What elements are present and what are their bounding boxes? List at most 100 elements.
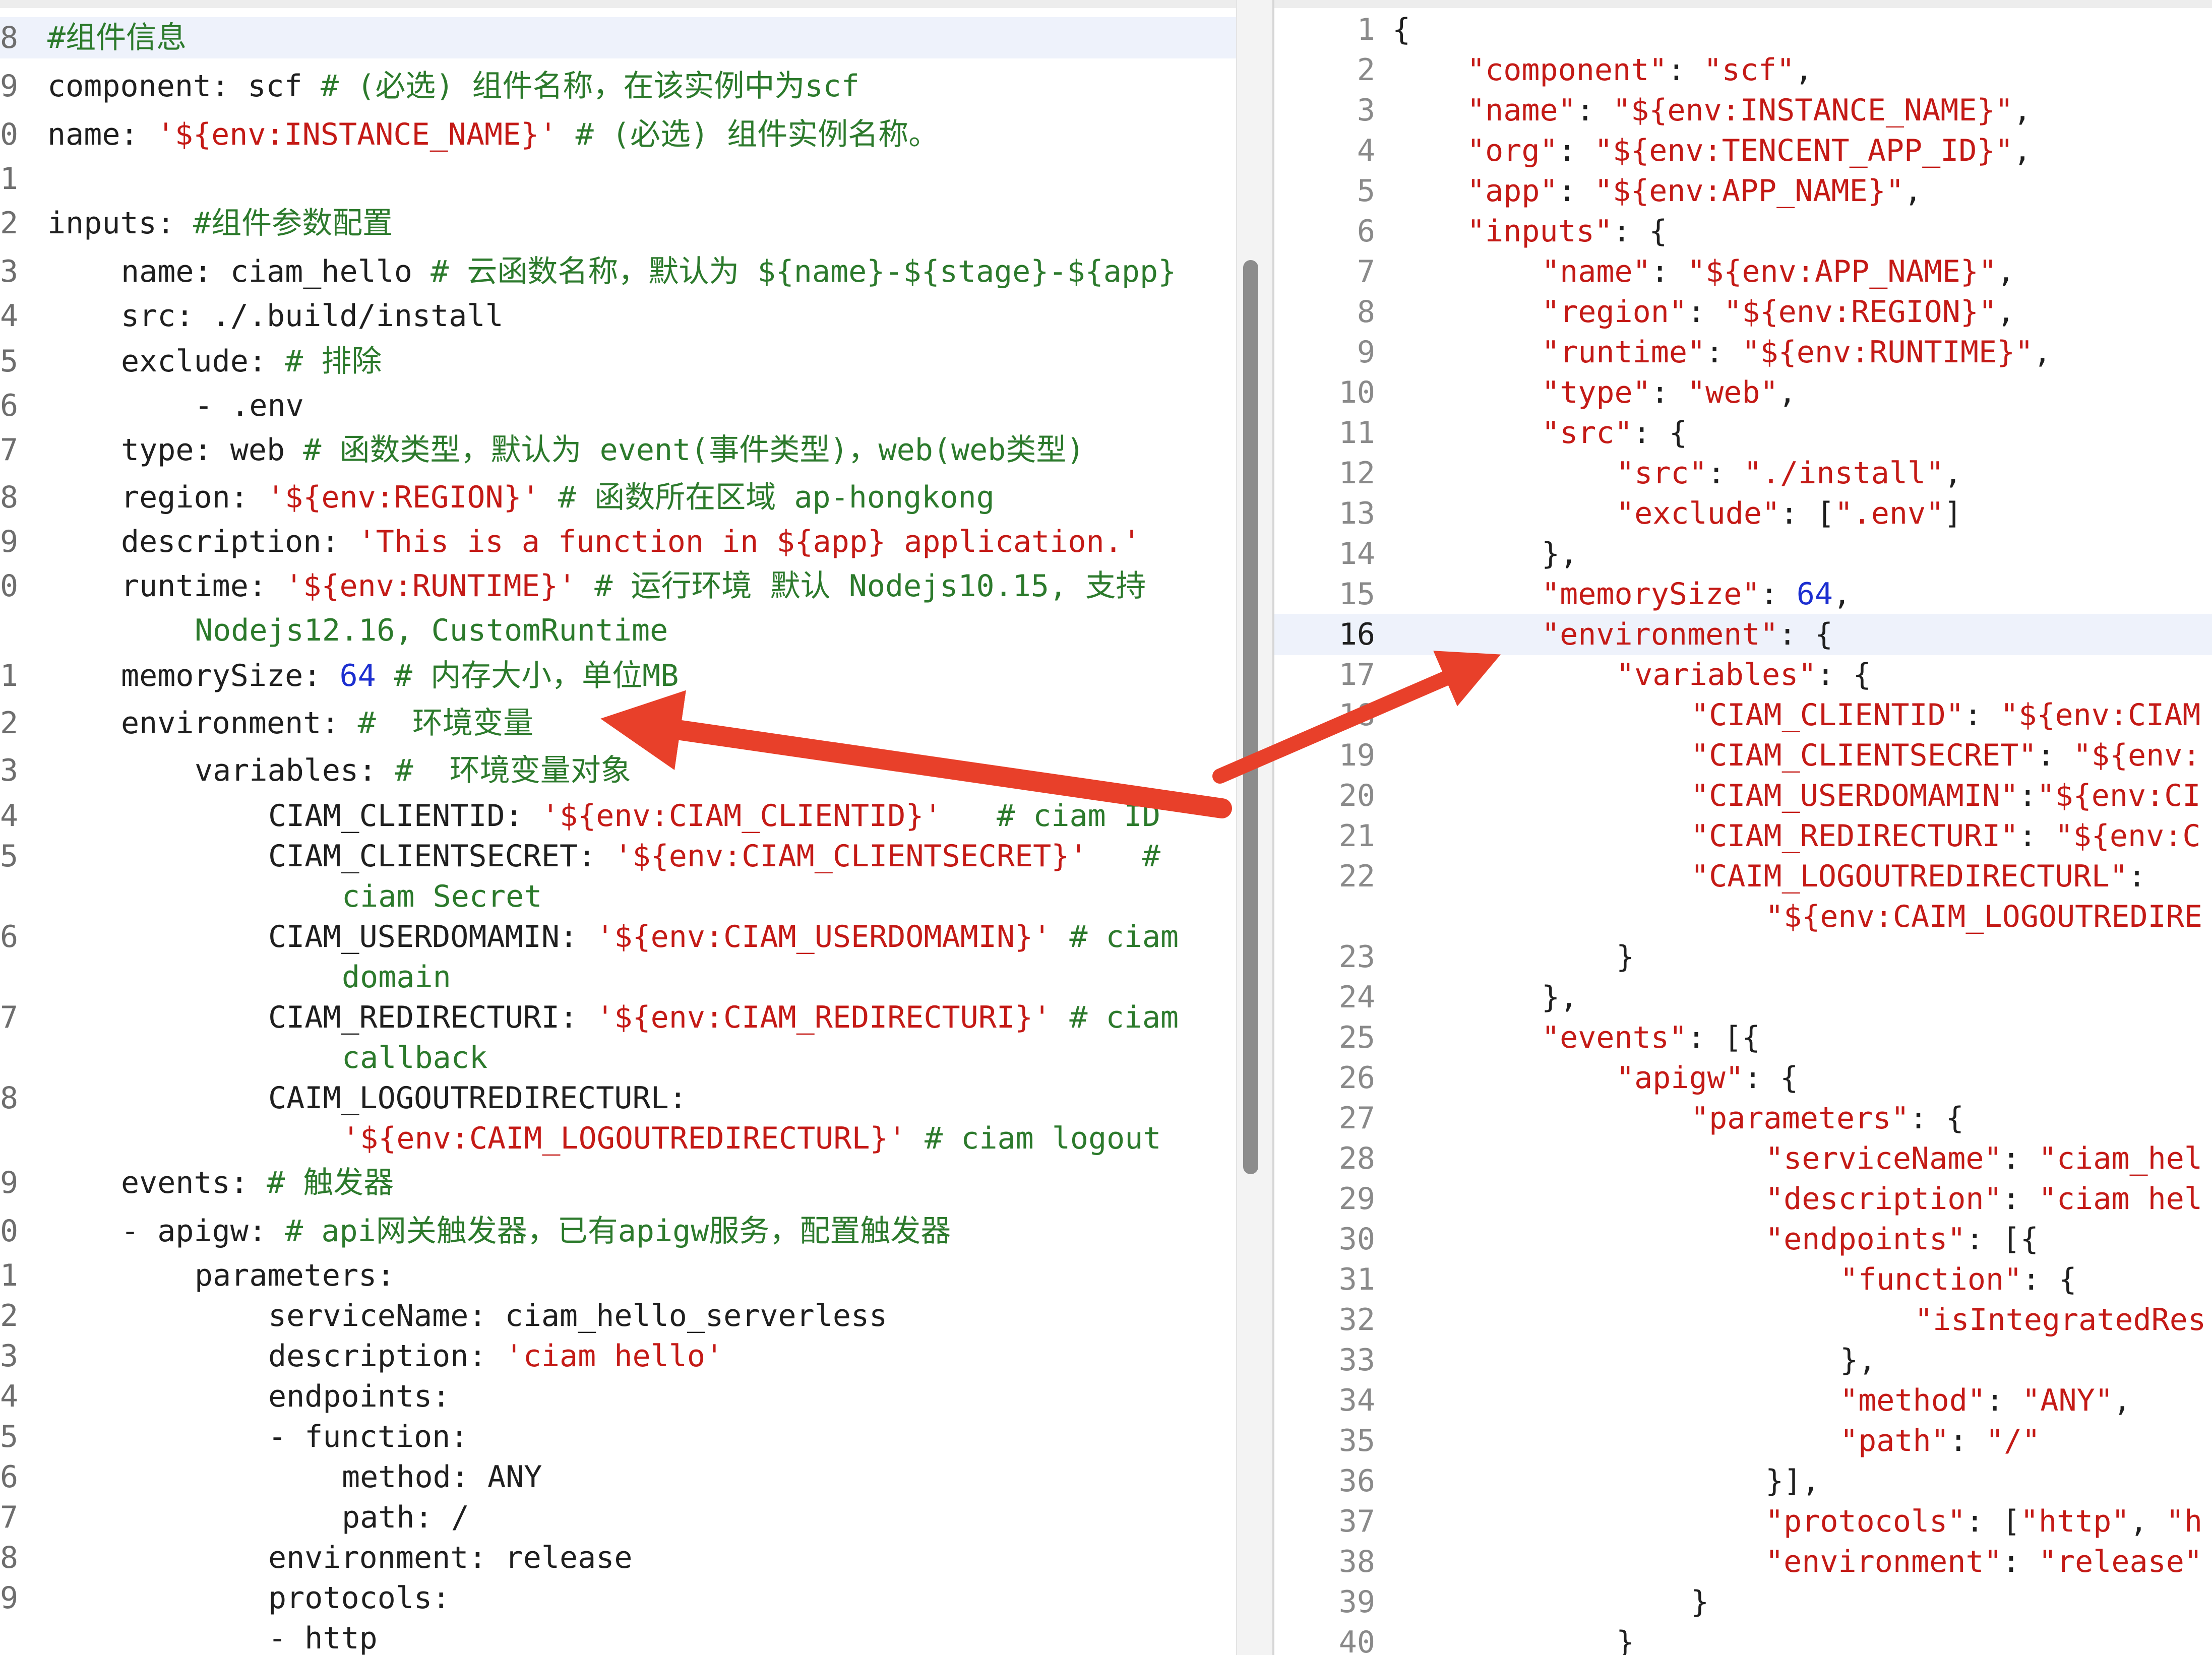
code-line[interactable]: - http [0, 1618, 1236, 1655]
code-line[interactable]: ciam Secret [0, 876, 1236, 917]
code-line[interactable]: 8 #组件信息 [0, 17, 1236, 58]
code-line[interactable]: 5 "app": "${env:APP_NAME}", [1274, 170, 2212, 212]
line-number: 20 [1338, 778, 1375, 813]
code-line[interactable]: 37 "protocols": ["http", "h [1274, 1501, 2212, 1542]
code-line[interactable]: 33}, [1274, 1340, 2212, 1381]
code-line[interactable]: 13 "exclude": [".env"] [1274, 493, 2212, 534]
code-token: '${env:CIAM_USERDOMAMIN}' [596, 919, 1052, 954]
code-line[interactable]: 32 "isIntegratedRes [1274, 1299, 2212, 1341]
code-line[interactable]: 25 "events": [{ [1274, 1017, 2212, 1058]
code-line[interactable]: 9 component: scf # (必选) 组件名称，在该实例中为scf [0, 66, 1236, 107]
line-number: 5 [0, 1419, 19, 1454]
code-token: , [2013, 133, 2032, 168]
code-line[interactable]: 9 protocols: [0, 1577, 1236, 1619]
code-line[interactable]: Nodejs12.16, CustomRuntime [0, 610, 1236, 651]
code-line[interactable]: 9 description: 'This is a function in ${a… [0, 521, 1236, 562]
code-line[interactable]: 4 CIAM_CLIENTID: '${env:CIAM_CLIENTID}' #… [0, 795, 1236, 837]
code-text: "CIAM_CLIENTSECRET": "${env: [1691, 735, 2200, 776]
code-line[interactable]: 12 "src": "./install", [1274, 453, 2212, 494]
code-line[interactable]: 29 "description": "ciam hel [1274, 1178, 2212, 1220]
code-line[interactable]: 35 "path": "/" [1274, 1420, 2212, 1461]
code-token: environment: [121, 706, 358, 741]
code-line[interactable]: 30 "endpoints": [{ [1274, 1219, 2212, 1260]
code-line[interactable]: '${env:CAIM_LOGOUTREDIRECTURL}' # ciam l… [0, 1118, 1236, 1159]
code-line[interactable]: 2 serviceName: ciam_hello_serverless [0, 1295, 1236, 1336]
code-line[interactable]: domain [0, 957, 1236, 998]
code-line[interactable]: 36}], [1274, 1460, 2212, 1502]
code-line[interactable]: 19 "CIAM_CLIENTSECRET": "${env: [1274, 735, 2212, 776]
line-number: 25 [1338, 1020, 1375, 1055]
code-line[interactable]: 26 "apigw": { [1274, 1057, 2212, 1099]
code-line[interactable]: 4 endpoints: [0, 1376, 1236, 1417]
code-line[interactable]: 11 "src": { [1274, 412, 2212, 454]
code-token: : [1705, 335, 1742, 370]
code-line[interactable]: 3 "name": "${env:INSTANCE_NAME}", [1274, 90, 2212, 131]
code-line[interactable]: 8 CAIM_LOGOUTREDIRECTURL: [0, 1077, 1236, 1119]
code-line[interactable]: 6 method: ANY [0, 1456, 1236, 1498]
line-number: 8 [1357, 294, 1375, 330]
code-line[interactable]: 7 CIAM_REDIRECTURI: '${env:CIAM_REDIRECTU… [0, 997, 1236, 1038]
code-line[interactable]: 2 inputs: #组件参数配置 [0, 203, 1236, 244]
code-line[interactable]: 3 name: ciam_hello # 云函数名称，默认为 ${name}-${… [0, 251, 1236, 292]
code-line[interactable]: 10 "type": "web", [1274, 372, 2212, 413]
code-line[interactable]: 17 "variables": { [1274, 654, 2212, 695]
json-editor-pane[interactable]: 1{2 "component": "scf", 3 "name": "${env:IN… [1274, 0, 2212, 1655]
code-line[interactable]: 5 - function: [0, 1416, 1236, 1457]
yaml-editor-pane[interactable]: 8 #组件信息 9 component: scf # (必选) 组件名称，在该实例中为… [0, 0, 1236, 1655]
code-line[interactable]: 14}, [1274, 533, 2212, 575]
code-line[interactable]: 6 CIAM_USERDOMAMIN: '${env:CIAM_USERDOMAM… [0, 916, 1236, 958]
line-number: 7 [0, 432, 19, 468]
code-line[interactable]: 7 "name": "${env:APP_NAME}", [1274, 251, 2212, 292]
code-line[interactable]: 40} [1274, 1622, 2212, 1655]
code-token: #组件信息 [47, 20, 187, 55]
code-line[interactable]: 1 parameters: [0, 1255, 1236, 1296]
code-line[interactable]: 18 "CIAM_CLIENTID": "${env:CIAM [1274, 694, 2212, 736]
code-line[interactable]: 7 path: / [0, 1497, 1236, 1538]
code-line[interactable]: 6 - .env [0, 385, 1236, 426]
code-line[interactable]: 34 "method": "ANY", [1274, 1380, 2212, 1421]
code-line[interactable]: 20 "CIAM_USERDOMAMIN":"${env:CI [1274, 775, 2212, 816]
code-line[interactable]: 8 region: '${env:REGION}' # 函数所在区域 ap-hon… [0, 477, 1236, 518]
code-line[interactable]: 39} [1274, 1581, 2212, 1623]
code-token: events: [121, 1165, 267, 1200]
code-line[interactable]: 8 environment: release [0, 1537, 1236, 1578]
code-line[interactable]: 6 "inputs": { [1274, 211, 2212, 252]
code-line[interactable]: 8 "region": "${env:REGION}", [1274, 291, 2212, 333]
code-line[interactable]: 2 "component": "scf", [1274, 49, 2212, 91]
code-line[interactable]: 3 description: 'ciam hello' [0, 1335, 1236, 1377]
code-token: "name" [1542, 254, 1651, 289]
code-line[interactable]: 2 environment: # 环境变量 [0, 703, 1236, 744]
code-line[interactable]: 38 "environment": "release" [1274, 1541, 2212, 1582]
code-line[interactable]: "${env:CAIM_LOGOUTREDIRE [1274, 896, 2212, 937]
code-line[interactable]: 27 "parameters": { [1274, 1098, 2212, 1139]
code-line[interactable]: 24}, [1274, 977, 2212, 1018]
code-line[interactable]: 1 [0, 158, 1236, 200]
code-line[interactable]: 1 memorySize: 64 # 内存大小，单位MB [0, 655, 1236, 696]
code-line[interactable]: 0 runtime: '${env:RUNTIME}' # 运行环境 默认 Nod… [0, 565, 1236, 607]
line-number: 5 [0, 344, 19, 379]
code-line[interactable]: 31 "function": { [1274, 1259, 2212, 1300]
code-line[interactable]: 4 "org": "${env:TENCENT_APP_ID}", [1274, 130, 2212, 171]
code-line[interactable]: 7 type: web # 函数类型，默认为 event(事件类型)，web(we… [0, 429, 1236, 471]
code-line[interactable]: 22 "CAIM_LOGOUTREDIRECTURL": [1274, 856, 2212, 897]
code-line[interactable]: 5 exclude: # 排除 [0, 341, 1236, 382]
code-token: , [1903, 173, 1923, 209]
code-line[interactable]: 28 "serviceName": "ciam_hel [1274, 1138, 2212, 1179]
code-line[interactable]: 9 events: # 触发器 [0, 1162, 1236, 1203]
code-line[interactable]: 4 src: ./.build/install [0, 295, 1236, 337]
code-line[interactable]: 15 "memorySize": 64, [1274, 574, 2212, 615]
code-line[interactable]: 0 - apigw: # api网关触发器，已有apigw服务，配置触发器 [0, 1211, 1236, 1252]
line-number: 6 [0, 388, 19, 423]
code-line[interactable]: 0 name: '${env:INSTANCE_NAME}' # (必选) 组件实… [0, 114, 1236, 155]
code-line[interactable]: 3 variables: # 环境变量对象 [0, 750, 1236, 791]
code-line[interactable]: 5 CIAM_CLIENTSECRET: '${env:CIAM_CLIENTSE… [0, 836, 1236, 877]
code-line[interactable]: callback [0, 1037, 1236, 1078]
code-line[interactable]: 9 "runtime": "${env:RUNTIME}", [1274, 332, 2212, 373]
code-line[interactable]: 21 "CIAM_REDIRECTURI": "${env:C [1274, 815, 2212, 857]
line-number: 14 [1338, 536, 1375, 571]
code-line[interactable]: 1{ [1274, 9, 2212, 50]
left-pane-scrollbar[interactable] [1243, 260, 1258, 1174]
code-text: "CIAM_USERDOMAMIN":"${env:CI [1691, 775, 2200, 816]
code-line[interactable]: 16 "environment": { [1274, 614, 2212, 655]
code-line[interactable]: 23} [1274, 936, 2212, 978]
